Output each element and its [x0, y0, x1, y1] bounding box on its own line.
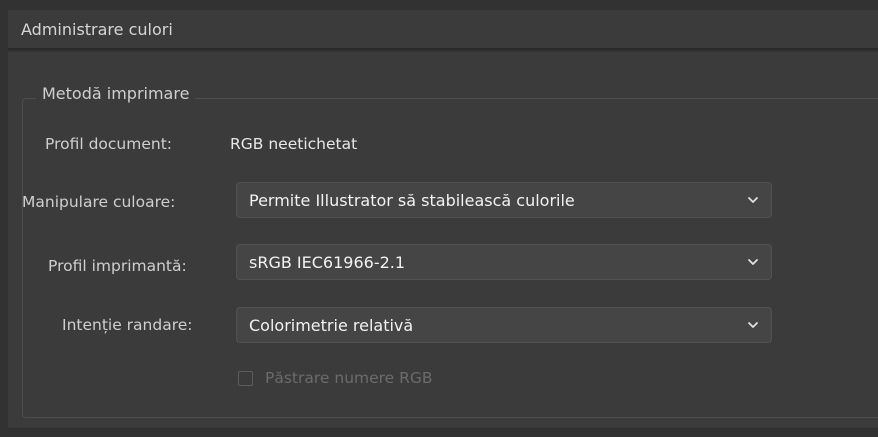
- color-management-screen: Administrare culori Metodă imprimare Pro…: [0, 0, 878, 437]
- rendering-intent-value: Colorimetrie relativă: [249, 316, 414, 335]
- color-handling-select[interactable]: Permite Illustrator să stabilească culor…: [236, 182, 772, 218]
- chevron-down-icon: [748, 322, 758, 328]
- printer-profile-label: Profil imprimantă:: [48, 257, 187, 275]
- rendering-intent-label: Intenție randare:: [62, 316, 193, 334]
- printer-profile-select[interactable]: sRGB IEC61966-2.1: [236, 244, 772, 280]
- chevron-down-icon: [748, 259, 758, 265]
- document-profile-label: Profil document:: [45, 135, 173, 153]
- panel-header[interactable]: Administrare culori: [8, 10, 878, 50]
- rendering-intent-select[interactable]: Colorimetrie relativă: [236, 307, 772, 343]
- preserve-rgb-label: Păstrare numere RGB: [265, 369, 433, 387]
- document-profile-value: RGB neetichetat: [230, 135, 358, 153]
- panel-title: Administrare culori: [21, 20, 173, 39]
- preserve-rgb-checkbox[interactable]: [238, 371, 253, 386]
- color-handling-label: Manipulare culoare:: [22, 193, 176, 211]
- color-handling-value: Permite Illustrator să stabilească culor…: [249, 191, 575, 210]
- print-method-legend: Metodă imprimare: [36, 84, 196, 103]
- printer-profile-value: sRGB IEC61966-2.1: [249, 253, 406, 272]
- chevron-down-icon: [748, 197, 758, 203]
